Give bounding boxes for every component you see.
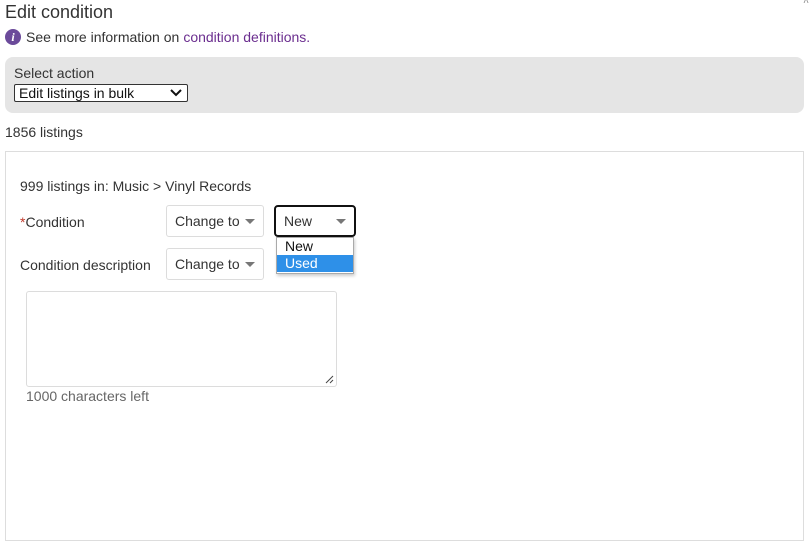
info-icon: i — [5, 29, 21, 45]
caret-down-icon — [336, 218, 346, 224]
condition-mode-dropdown[interactable]: Change to — [166, 205, 264, 237]
caret-down-icon — [245, 218, 255, 224]
listing-count: 1856 listings — [5, 124, 83, 140]
condition-label: *Condition — [20, 214, 85, 230]
select-action-label: Select action — [14, 65, 95, 81]
condition-description-label: Condition description — [20, 257, 151, 273]
dialog-title: Edit condition — [5, 2, 114, 22]
condition-value-dropdown[interactable]: New — [274, 205, 356, 237]
select-action-dropdown[interactable]: Edit listings in bulk — [14, 84, 188, 102]
caret-down-icon — [245, 261, 255, 267]
chevron-down-icon — [170, 89, 182, 97]
condition-option-new[interactable]: New — [277, 238, 353, 255]
condition-mode-value: Change to — [175, 213, 240, 229]
condition-option-used[interactable]: Used — [277, 255, 353, 272]
condition-description-textarea[interactable] — [26, 291, 337, 387]
description-mode-value: Change to — [175, 256, 240, 272]
condition-label-text: Condition — [25, 214, 85, 230]
category-breadcrumb: 999 listings in: Music > Vinyl Records — [20, 178, 252, 194]
description-mode-dropdown[interactable]: Change to — [166, 248, 264, 280]
close-icon[interactable]: ˄ — [803, 0, 809, 7]
characters-left: 1000 characters left — [26, 388, 149, 404]
select-action-value: Edit listings in bulk — [19, 85, 135, 101]
action-panel: Select action Edit listings in bulk — [5, 57, 804, 113]
info-row: i See more information on condition defi… — [5, 29, 310, 45]
listing-group-panel: 999 listings in: Music > Vinyl Records *… — [5, 151, 804, 541]
condition-value: New — [284, 213, 313, 229]
condition-definitions-link[interactable]: condition definitions. — [183, 29, 310, 45]
info-text: See more information on — [26, 29, 180, 45]
condition-options-menu: New Used — [276, 237, 354, 274]
resize-handle-icon[interactable] — [324, 374, 334, 384]
